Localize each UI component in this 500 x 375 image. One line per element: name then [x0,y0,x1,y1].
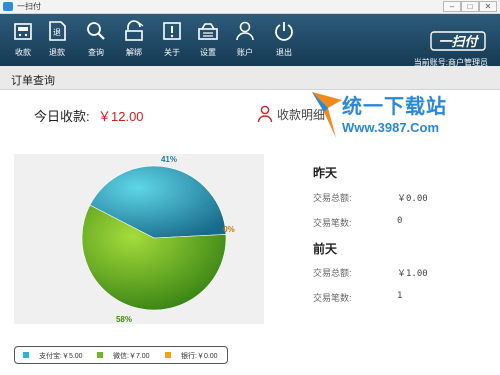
legend-item-alipay: 支付宝:￥5.00 [39,353,83,360]
legend-swatch-bank [165,352,171,358]
toolbar-unbind-button[interactable]: 解绑 [117,20,151,66]
toolbar-account-button[interactable]: 账户 [228,20,262,66]
app-icon [3,2,13,11]
toolbar-query-button[interactable]: 查询 [79,20,113,66]
today-collection-label: 今日收款: [34,109,90,124]
legend-item-wechat: 微信:￥7.00 [113,353,150,360]
user-icon [236,21,254,41]
svg-text:退: 退 [53,28,61,37]
watermark-url: Www.3987.Com [342,120,440,135]
day-before-count-label: 交易笔数: [313,293,352,303]
power-icon [275,22,293,41]
day-before-total-label: 交易总额: [313,268,352,278]
pie-label-bank: 0% [223,225,235,234]
yesterday-total-label: 交易总额: [313,193,352,203]
pie-label-alipay: 41% [161,155,177,164]
toolbar-label: 退款 [49,48,65,57]
today-collection-value: ￥12.00 [98,109,144,124]
toolbar-collect-button[interactable]: 收款 [6,20,40,66]
chart-legend: 支付宝:￥5.00 微信:￥7.00 银行:￥0.00 [14,346,228,364]
toolbar-label: 账户 [237,48,253,57]
settings-icon [198,23,218,40]
unbind-icon [125,20,144,41]
toolbar-label: 查询 [88,48,104,57]
refund-icon: 退 [49,21,66,41]
toolbar-label: 退出 [276,48,292,57]
yesterday-title: 昨天 [313,166,338,180]
watermark-logo-icon [312,92,342,138]
toolbar-exit-button[interactable]: 退出 [267,20,301,66]
yesterday-count-value: 0 [397,216,403,226]
about-icon [163,22,181,40]
user-icon [257,105,273,123]
page-title: 订单查询 [11,75,55,87]
pie-chart-svg: 41% 58% 0% [81,155,235,324]
legend-swatch-wechat [97,352,103,358]
day-before-count-value: 1 [397,291,403,301]
day-before-total-value: ￥1.00 [397,269,428,279]
cash-register-icon [14,23,32,40]
payment-pie-chart: 41% 58% 0% [14,154,264,324]
watermark-title: 统一下载站 [342,96,447,118]
day-before-title: 前天 [313,242,338,256]
brand-logo: 一扫付 [430,31,486,51]
toolbar-settings-button[interactable]: 设置 [191,20,225,66]
legend-item-bank: 银行:￥0.00 [181,353,218,360]
search-icon [87,22,105,40]
yesterday-total-value: ￥0.00 [397,194,428,204]
main-toolbar: 收款 退 退款 查询 解绑 关于 设置 账户 退出 一扫付 当前账号:商户管理员 [0,14,500,67]
yesterday-count-label: 交易笔数: [313,218,352,228]
toolbar-about-button[interactable]: 关于 [155,20,189,66]
pie-label-wechat: 58% [116,315,132,324]
minimize-button[interactable]: – [443,1,461,12]
toolbar-label: 收款 [15,48,31,57]
maximize-button[interactable]: □ [461,1,479,12]
close-button[interactable]: ✕ [479,1,497,12]
window-titlebar: 一扫付 – □ ✕ [0,0,500,14]
toolbar-label: 关于 [164,48,180,57]
legend-swatch-alipay [23,352,29,358]
window-title: 一扫付 [17,2,41,11]
toolbar-refund-button[interactable]: 退 退款 [40,20,74,66]
toolbar-label: 设置 [200,48,216,57]
toolbar-label: 解绑 [126,48,142,57]
svg-text:一扫付: 一扫付 [438,34,479,50]
site-watermark: 统一下载站 Www.3987.Com [310,86,500,146]
